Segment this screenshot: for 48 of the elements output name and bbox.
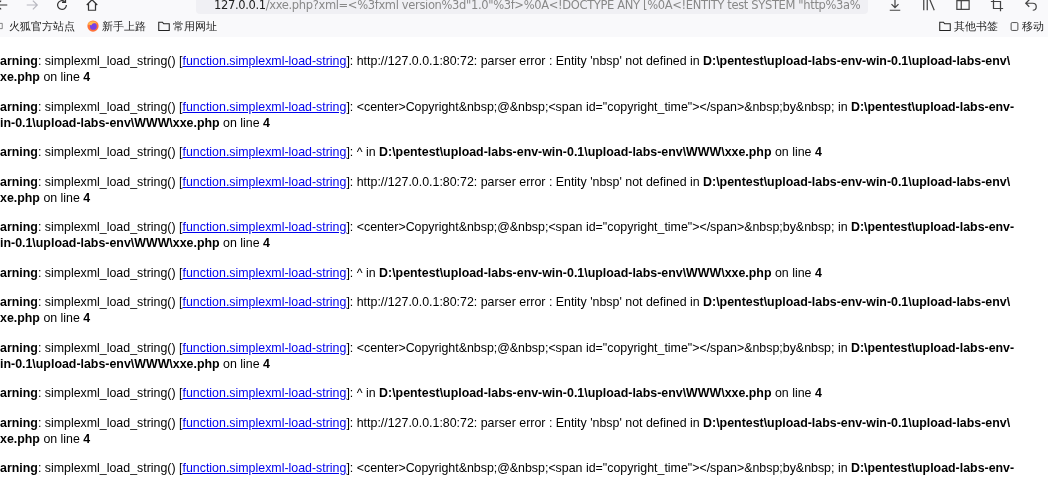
bookmark-item[interactable]: 火狐官方站点: [0, 18, 75, 34]
sidebar-icon: [956, 0, 970, 12]
function-link[interactable]: function.simplexml-load-string: [182, 386, 347, 400]
warning-text: arning: simplexml_load_string() [function.simplexml-load-string]: http://127.0.0.1:80:72: parser error : Entity 'nbsp' not defined in D:\pentest\upload-labs-env-win-0.1\upload-labs-env\: [0, 294, 1012, 310]
warning-text: in-0.1\upload-labs-env\WWW\xxe.php on line 4: [0, 355, 271, 372]
warning-text: xe.php on line 4: [0, 310, 92, 326]
function-link[interactable]: function.simplexml-load-string: [182, 220, 347, 234]
function-link[interactable]: function.simplexml-load-string: [182, 174, 347, 189]
function-link[interactable]: function.simplexml-load-string: [182, 461, 347, 475]
mobile-device-icon: [1010, 19, 1019, 33]
folder-icon: [939, 20, 951, 32]
firefox-logo-icon: [87, 20, 99, 32]
warning-text: arning: simplexml_load_string() [function.simplexml-load-string]: http://127.0.0.1:80:72: parser error : Entity 'nbsp' not defined in D:\pentest\upload-labs-env-win-0.1\upload-labs-env\: [0, 173, 1012, 190]
reload-button[interactable]: [54, 0, 70, 13]
page-icon: [0, 20, 6, 32]
warning-text: arning: simplexml_load_string() [function.simplexml-load-string]: <center>Copyright&nbsp;@&nbsp;<span id="copyright_time"></span>&nbsp;by&nbsp; in D:\pentest\upload-labs-env-: [0, 219, 1016, 235]
warning-text: in-0.1\upload-labs-env\WWW\xxe.php on line 4: [0, 235, 271, 251]
warning-text: arning: simplexml_load_string() [function.simplexml-load-string]: ^ in D:\pentest\upload-labs-env-win-0.1\upload-labs-env\WWW\xxe.php on line 4: [0, 385, 823, 401]
bookmark-item[interactable]: 其他书签: [939, 18, 998, 34]
warning-text: arning: simplexml_load_string() [function.simplexml-load-string]: http://127.0.0.1:80:72: parser error : Entity 'nbsp' not defined in D:\pentest\upload-labs-env-win-0.1\upload-labs-env\: [0, 414, 1012, 431]
warning-text: xe.php on line 4: [0, 69, 92, 85]
home-button[interactable]: [84, 0, 100, 13]
warning-text: arning: simplexml_load_string() [function.simplexml-load-string]: <center>Copyright&nbsp;@&nbsp;<span id="copyright_time"></span>&nbsp;by&nbsp; in D:\pentest\upload-labs-env-: [0, 339, 1016, 356]
warning-text: xe.php on line 4: [0, 189, 92, 206]
warning-text: arning: simplexml_load_string() [function.simplexml-load-string]: http://127.0.0.1:80:72: parser error : Entity 'nbsp' not defined in D:\pentest\upload-labs-env-win-0.1\upload-labs-env\: [0, 53, 1012, 69]
function-link[interactable]: function.simplexml-load-string: [182, 265, 347, 280]
function-link[interactable]: function.simplexml-load-string: [182, 340, 347, 355]
warning-text: arning: simplexml_load_string() [function.simplexml-load-string]: ^ in D:\pentest\upload-labs-env-win-0.1\upload-labs-env\WWW\xxe.php on line 4: [0, 264, 823, 281]
function-link[interactable]: function.simplexml-load-string: [182, 54, 347, 68]
address-bar[interactable]: 127.0.0.1/xxe.php?xml=<%3fxml version%3d"1.0"%3f>%0A<!DOCTYPE ANY [%0A<!ENTITY test SYSTEM "http%3a%: [196, 0, 868, 14]
warning-text: arning: simplexml_load_string() [function.simplexml-load-string]: <center>Copyright&nbsp;@&nbsp;<span id="copyright_time"></span>&nbsp;by&nbsp; in D:\pentest\upload-labs-env-: [0, 460, 1016, 476]
download-icon: [888, 0, 902, 12]
bookmark-item[interactable]: 新手上路: [87, 18, 146, 34]
crop-icon: [990, 0, 1004, 12]
bookmark-item[interactable]: 移动: [1010, 18, 1044, 34]
warning-text: arning: simplexml_load_string() [function.simplexml-load-string]: ^ in D:\pentest\upload-labs-env-win-0.1\upload-labs-env\WWW\xxe.php on line 4: [0, 144, 823, 160]
undo-icon: [1024, 0, 1038, 12]
bookmark-item[interactable]: 常用网址: [158, 18, 217, 34]
library-icon: [922, 0, 936, 12]
function-link[interactable]: function.simplexml-load-string: [182, 295, 347, 309]
function-link[interactable]: function.simplexml-load-string: [182, 99, 347, 114]
function-link[interactable]: function.simplexml-load-string: [182, 415, 347, 430]
warning-text: arning: simplexml_load_string() [function.simplexml-load-string]: <center>Copyright&nbsp;@&nbsp;<span id="copyright_time"></span>&nbsp;by&nbsp; in D:\pentest\upload-labs-env-: [0, 98, 1016, 115]
url-text: 127.0.0.1/xxe.php?xml=<%3fxml version%3d"1.0"%3f>%0A<!DOCTYPE ANY [%0A<!ENTITY test SYSTEM "http%3a%: [214, 0, 861, 12]
warning-text: in-0.1\upload-labs-env\WWW\xxe.php on line 4: [0, 114, 271, 131]
folder-icon: [158, 20, 170, 32]
function-link[interactable]: function.simplexml-load-string: [182, 145, 347, 159]
warning-text: xe.php on line 4: [0, 430, 92, 447]
